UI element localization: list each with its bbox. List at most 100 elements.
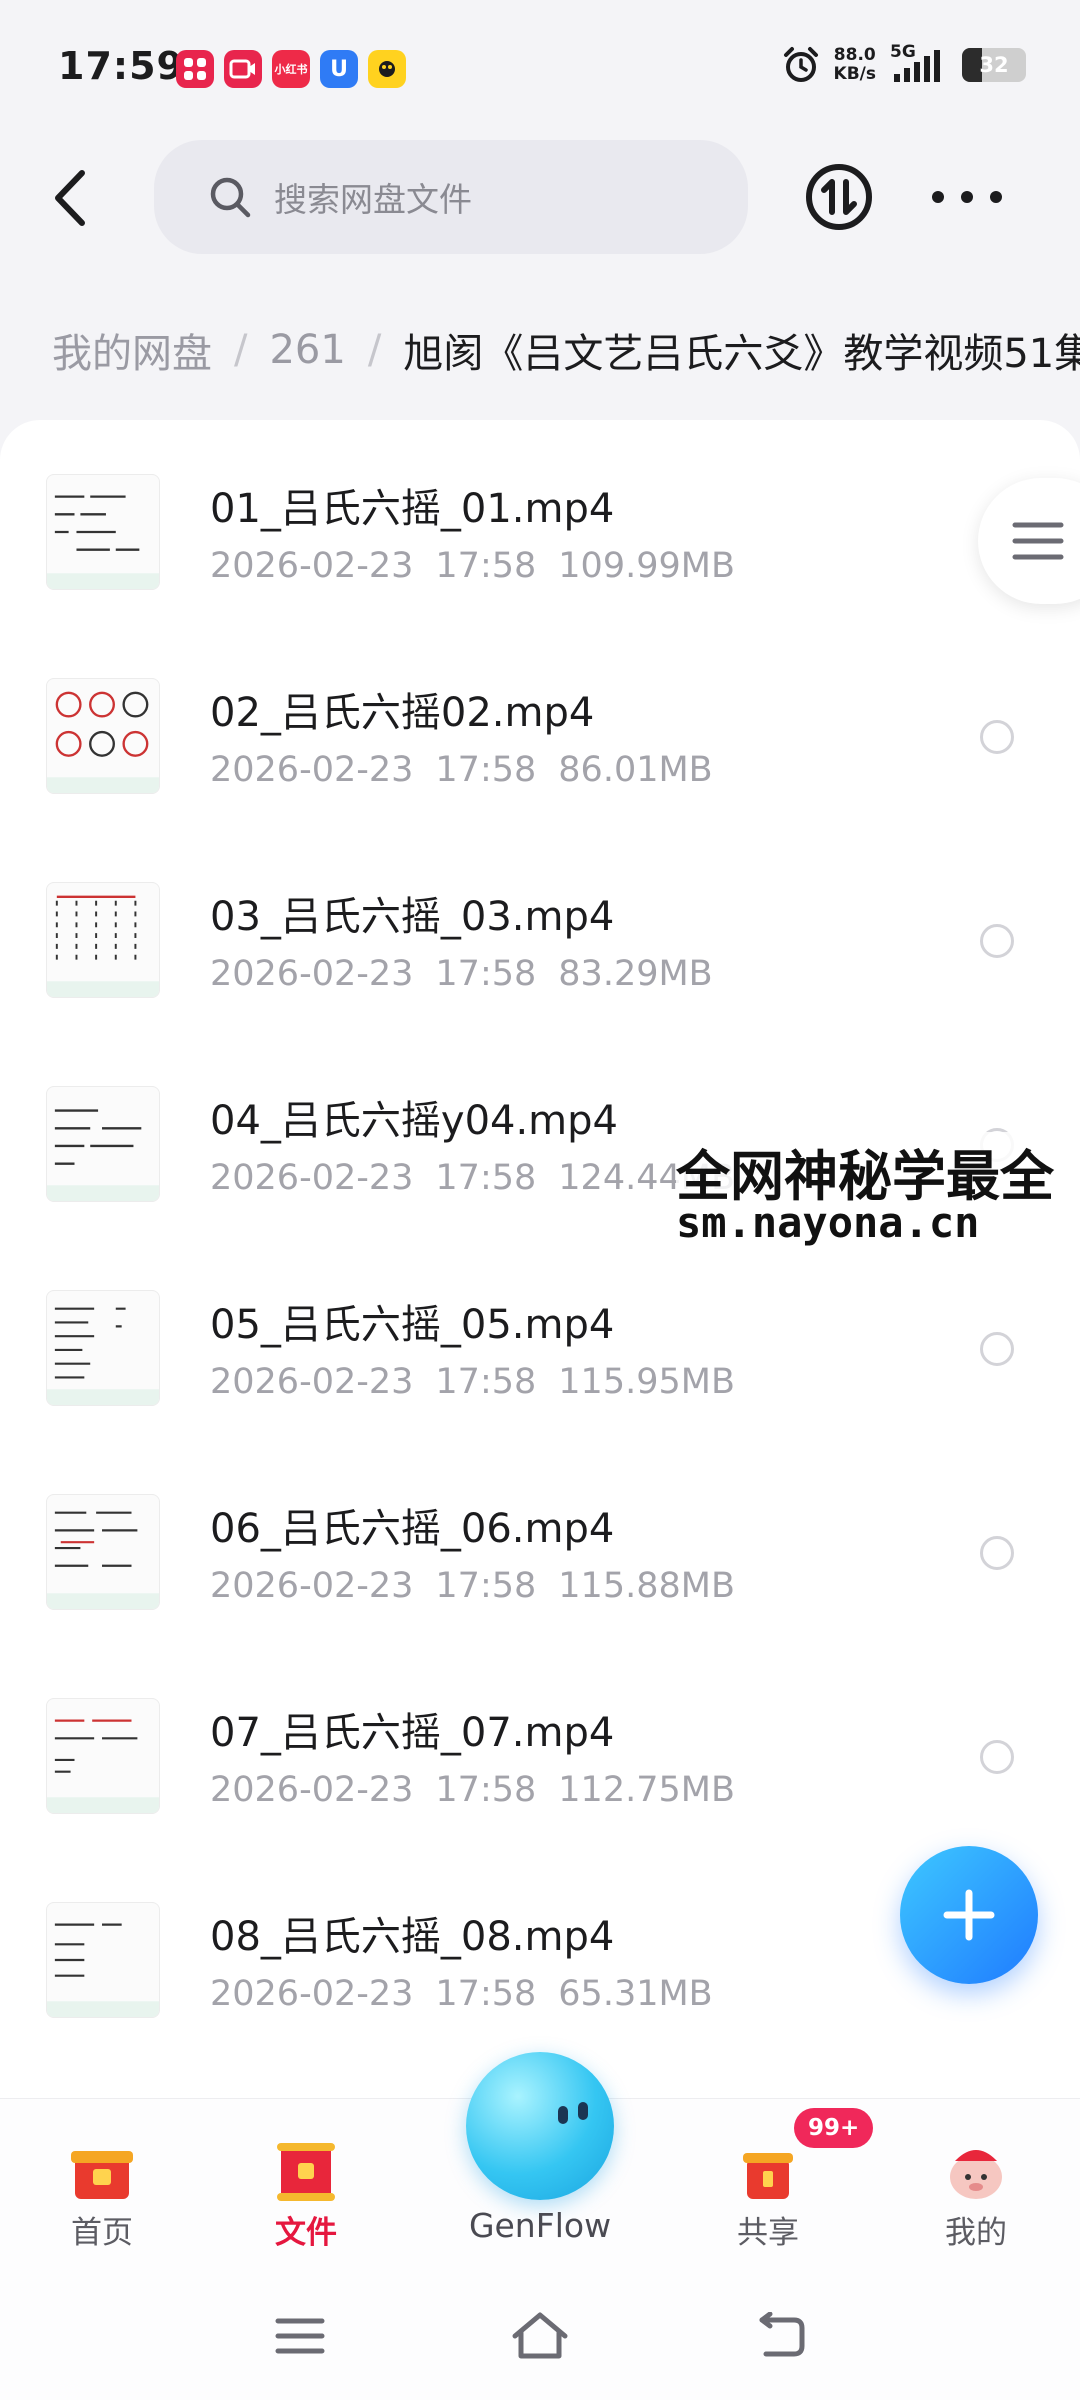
recent-apps-button[interactable] xyxy=(260,2304,340,2368)
menu-lines-icon xyxy=(275,2318,325,2354)
breadcrumb: 我的网盘 / 261 / 旭阂《吕文艺吕氏六爻》教学视频51集 xyxy=(52,320,1080,380)
file-list: 01_吕氏六摇_01.mp4 2026-02-23 17:58 109.99MB 0… xyxy=(0,420,1080,2120)
search-input[interactable]: 搜索网盘文件 xyxy=(154,140,748,254)
file-name: 07_吕氏六摇_07.mp4 xyxy=(210,1710,615,1756)
file-name: 04_吕氏六摇y04.mp4 xyxy=(210,1098,618,1144)
file-meta: 2026-02-23 17:58 109.99MB xyxy=(210,546,757,586)
network-speed-value: 88.0 xyxy=(833,45,876,65)
video-thumbnail xyxy=(46,1086,160,1202)
file-row[interactable]: 05_吕氏六摇_05.mp4 2026-02-23 17:58 115.95MB xyxy=(0,1256,1080,1460)
nav-item-files[interactable]: 文件 xyxy=(226,2137,386,2252)
battery-icon: 32 xyxy=(962,48,1026,82)
file-size: 83.29MB xyxy=(558,954,713,994)
file-time: 17:58 xyxy=(435,954,537,994)
file-meta: 2026-02-23 17:58 86.01MB xyxy=(210,750,735,790)
alarm-icon xyxy=(783,47,818,82)
file-name: 08_吕氏六摇_08.mp4 xyxy=(210,1914,615,1960)
video-thumbnail xyxy=(46,1902,160,2018)
app-icon-u: U xyxy=(320,50,358,88)
watermark-url: sm.nayona.cn xyxy=(676,1198,980,1247)
file-date: 2026-02-23 xyxy=(210,1770,414,1810)
app-icon-yellow xyxy=(368,50,406,88)
file-row[interactable]: 06_吕氏六摇_06.mp4 2026-02-23 17:58 115.88MB xyxy=(0,1460,1080,1664)
file-meta: 2026-02-23 17:58 124.44MB xyxy=(210,1158,757,1198)
file-row[interactable]: 01_吕氏六摇_01.mp4 2026-02-23 17:58 109.99MB xyxy=(0,440,1080,644)
file-meta: 2026-02-23 17:58 65.31MB xyxy=(210,1974,735,2014)
file-scroll-icon xyxy=(277,2143,335,2201)
file-time: 17:58 xyxy=(435,1158,537,1198)
nav-item-share[interactable]: 共享 xyxy=(688,2137,848,2252)
file-name: 03_吕氏六摇_03.mp4 xyxy=(210,894,615,940)
video-thumbnail xyxy=(46,678,160,794)
file-meta: 2026-02-23 17:58 115.88MB xyxy=(210,1566,757,1606)
search-icon xyxy=(210,177,251,218)
status-bar: 17:59 小红书 U 88.0 KB/s 5G 32 xyxy=(0,0,1080,140)
chevron-left-icon xyxy=(55,170,85,226)
file-row[interactable]: 03_吕氏六摇_03.mp4 2026-02-23 17:58 83.29MB xyxy=(0,848,1080,1052)
select-checkbox[interactable] xyxy=(980,720,1014,754)
breadcrumb-current: 旭阂《吕文艺吕氏六爻》教学视频51集 xyxy=(403,331,1080,377)
select-checkbox[interactable] xyxy=(980,1332,1014,1366)
nav-label-files: 文件 xyxy=(275,2215,337,2251)
status-time: 17:59 xyxy=(58,44,184,88)
file-meta: 2026-02-23 17:58 115.95MB xyxy=(210,1362,757,1402)
system-back-button[interactable] xyxy=(740,2304,820,2368)
file-row[interactable]: 02_吕氏六摇02.mp4 2026-02-23 17:58 86.01MB xyxy=(0,644,1080,848)
genflow-eye xyxy=(578,2102,588,2120)
home-button[interactable] xyxy=(500,2304,580,2368)
file-date: 2026-02-23 xyxy=(210,1362,414,1402)
file-time: 17:58 xyxy=(435,1566,537,1606)
nav-label-genflow[interactable]: GenFlow xyxy=(440,2206,640,2245)
file-row[interactable]: 07_吕氏六摇_07.mp4 2026-02-23 17:58 112.75MB xyxy=(0,1664,1080,1868)
select-checkbox[interactable] xyxy=(980,1536,1014,1570)
add-button[interactable] xyxy=(900,1846,1038,1984)
breadcrumb-folder[interactable]: 261 xyxy=(269,327,345,373)
genflow-orb-icon[interactable] xyxy=(466,2052,614,2200)
signal-bars-icon xyxy=(894,50,940,82)
select-checkbox[interactable] xyxy=(980,1740,1014,1774)
file-name: 06_吕氏六摇_06.mp4 xyxy=(210,1506,615,1552)
select-checkbox[interactable] xyxy=(980,924,1014,958)
file-meta: 2026-02-23 17:58 112.75MB xyxy=(210,1770,757,1810)
nav-label-share: 共享 xyxy=(737,2215,799,2251)
file-name: 01_吕氏六摇_01.mp4 xyxy=(210,486,615,532)
file-size: 115.95MB xyxy=(558,1362,735,1402)
video-thumbnail xyxy=(46,1698,160,1814)
back-arrow-icon xyxy=(759,2312,805,2357)
profile-mascot-icon xyxy=(950,2150,1002,2199)
file-time: 17:58 xyxy=(435,546,537,586)
sort-arrows-icon xyxy=(806,164,872,230)
app-icon-video xyxy=(224,50,262,88)
file-size: 65.31MB xyxy=(558,1974,713,2014)
breadcrumb-root[interactable]: 我的网盘 xyxy=(52,321,212,379)
share-notification-badge: 99+ xyxy=(794,2108,874,2148)
breadcrumb-separator: / xyxy=(234,327,248,373)
video-thumbnail xyxy=(46,882,160,998)
share-gift-icon xyxy=(743,2153,793,2199)
sort-toggle-button[interactable] xyxy=(804,162,874,232)
nav-label-profile: 我的 xyxy=(945,2215,1007,2251)
file-time: 17:58 xyxy=(435,1362,537,1402)
file-time: 17:58 xyxy=(435,750,537,790)
file-time: 17:58 xyxy=(435,1974,537,2014)
more-dot-icon xyxy=(961,191,973,203)
back-button[interactable] xyxy=(40,160,100,236)
cellular-signal: 5G xyxy=(890,42,948,84)
more-dot-icon xyxy=(932,191,944,203)
home-outline-icon xyxy=(512,2312,568,2359)
nav-item-home[interactable]: 首页 xyxy=(22,2137,182,2252)
video-thumbnail xyxy=(46,1290,160,1406)
system-navigation-bar xyxy=(0,2276,1080,2400)
nav-item-profile[interactable]: 我的 xyxy=(896,2137,1056,2252)
genflow-eye xyxy=(558,2106,568,2124)
hamburger-icon xyxy=(1012,522,1064,560)
video-thumbnail xyxy=(46,1494,160,1610)
file-size: 109.99MB xyxy=(558,546,735,586)
file-size: 112.75MB xyxy=(558,1770,735,1810)
video-thumbnail xyxy=(46,474,160,590)
file-meta: 2026-02-23 17:58 83.29MB xyxy=(210,954,735,994)
nav-label-home: 首页 xyxy=(71,2215,133,2251)
battery-level-text: 32 xyxy=(979,53,1009,77)
more-options-button[interactable] xyxy=(932,172,1002,222)
file-size: 115.88MB xyxy=(558,1566,735,1606)
